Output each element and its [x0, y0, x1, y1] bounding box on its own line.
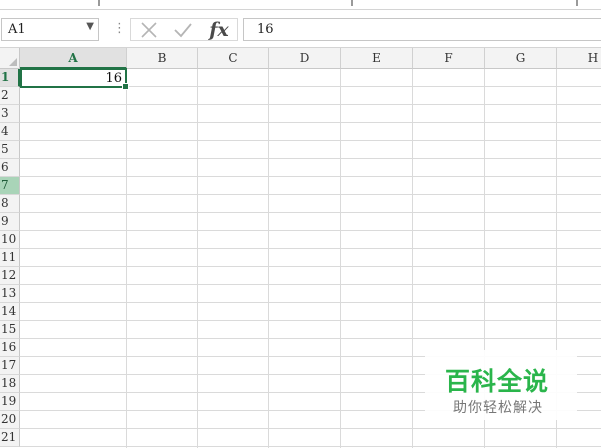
column-header-e[interactable]: E — [341, 48, 413, 69]
name-box-value: A1 — [8, 22, 26, 37]
fill-handle[interactable] — [122, 83, 129, 90]
ribbon-group-launcher[interactable] — [351, 0, 353, 6]
column-header-a[interactable]: A — [20, 48, 127, 69]
column-header-d[interactable]: D — [269, 48, 341, 69]
row-header-2[interactable]: 2 — [0, 87, 20, 105]
column-gridline — [126, 69, 127, 448]
row-header-4[interactable]: 4 — [0, 123, 20, 141]
row-header-3[interactable]: 3 — [0, 105, 20, 123]
insert-function-icon[interactable]: fx — [203, 19, 235, 41]
row-gridline — [20, 104, 601, 105]
formula-buttons: fx — [130, 18, 238, 41]
row-gridline — [20, 428, 601, 429]
row-header-13[interactable]: 13 — [0, 285, 20, 303]
formula-bar-resize-handle[interactable]: ⋮ — [113, 21, 126, 36]
column-header-f[interactable]: F — [413, 48, 485, 69]
column-header-h[interactable]: H — [557, 48, 601, 69]
select-all-icon — [9, 58, 17, 66]
column-header-g[interactable]: G — [485, 48, 557, 69]
formula-input-value: 16 — [257, 22, 274, 37]
row-gridline — [20, 338, 601, 339]
watermark-subtitle: 助你轻松解决 — [453, 400, 543, 416]
row-gridline — [20, 320, 601, 321]
row-gridline — [20, 302, 601, 303]
row-gridline — [20, 194, 601, 195]
row-gridline — [20, 122, 601, 123]
row-gridline — [20, 140, 601, 141]
column-header-b[interactable]: B — [127, 48, 198, 69]
enter-icon[interactable] — [167, 19, 199, 40]
row-header-5[interactable]: 5 — [0, 141, 20, 159]
column-header-c[interactable]: C — [198, 48, 269, 69]
ribbon-strip — [0, 0, 601, 10]
row-gridline — [20, 266, 601, 267]
row-header-21[interactable]: 21 — [0, 429, 20, 447]
column-gridline — [412, 69, 413, 448]
row-gridline — [20, 158, 601, 159]
ribbon-group-launcher[interactable] — [576, 0, 578, 6]
row-gridline — [20, 230, 601, 231]
row-header-12[interactable]: 12 — [0, 267, 20, 285]
row-gridline — [20, 248, 601, 249]
select-all-corner[interactable] — [0, 48, 20, 69]
row-header-9[interactable]: 9 — [0, 213, 20, 231]
row-header-1[interactable]: 1 — [0, 69, 20, 87]
column-gridline — [197, 69, 198, 448]
row-gridline — [20, 176, 601, 177]
row-header-16[interactable]: 16 — [0, 339, 20, 357]
name-box[interactable]: A1 ▼ — [1, 18, 99, 41]
formula-bar-row: A1 ▼ ⋮ fx 16 — [0, 10, 601, 48]
cell-value: 16 — [105, 71, 122, 86]
row-header-17[interactable]: 17 — [0, 357, 20, 375]
row-gridline — [20, 446, 601, 447]
row-header-19[interactable]: 19 — [0, 393, 20, 411]
row-header-7[interactable]: 7 — [0, 177, 20, 195]
cancel-icon[interactable] — [133, 19, 165, 40]
row-header-11[interactable]: 11 — [0, 249, 20, 267]
row-header-18[interactable]: 18 — [0, 375, 20, 393]
row-header-8[interactable]: 8 — [0, 195, 20, 213]
column-gridline — [268, 69, 269, 448]
row-header-10[interactable]: 10 — [0, 231, 20, 249]
watermark: 百科全说 助你轻松解决 — [425, 350, 577, 420]
row-header-14[interactable]: 14 — [0, 303, 20, 321]
selected-cell-a1[interactable]: 16 — [20, 68, 129, 90]
watermark-title: 百科全说 — [445, 367, 550, 396]
row-gridline — [20, 284, 601, 285]
column-gridline — [340, 69, 341, 448]
row-header-6[interactable]: 6 — [0, 159, 20, 177]
row-gridline — [20, 212, 601, 213]
ribbon-group-launcher[interactable] — [98, 0, 100, 6]
row-header-15[interactable]: 15 — [0, 321, 20, 339]
formula-input[interactable]: 16 — [243, 18, 601, 41]
row-header-20[interactable]: 20 — [0, 411, 20, 429]
chevron-down-icon[interactable]: ▼ — [86, 21, 94, 32]
